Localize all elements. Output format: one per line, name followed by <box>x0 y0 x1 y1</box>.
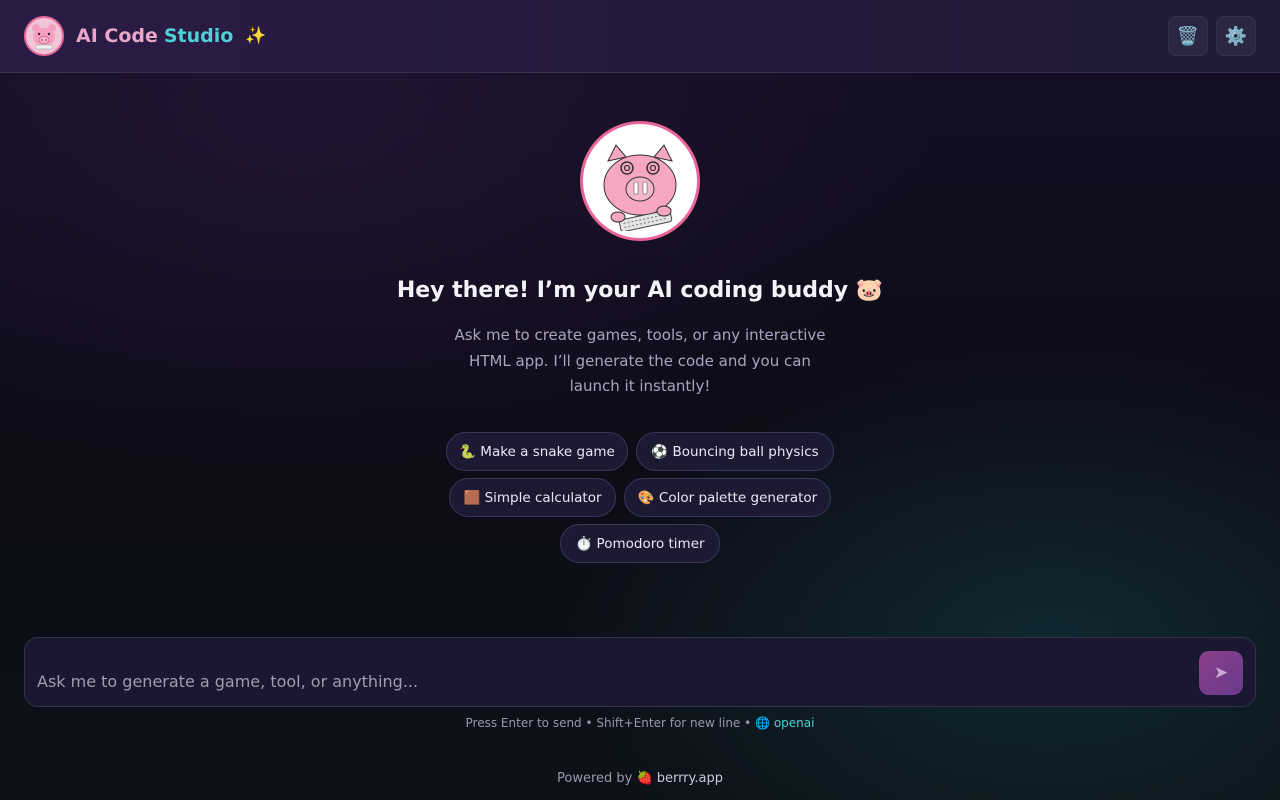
calculator-icon: 🟫 <box>463 489 481 506</box>
gear-icon: ⚙️ <box>1224 25 1248 47</box>
pig-logo-icon[interactable] <box>24 16 64 56</box>
input-hint: Press Enter to send • Shift+Enter for ne… <box>0 716 1280 730</box>
brand-part1: AI Code <box>76 25 158 47</box>
snake-icon: 🐍 <box>459 443 476 460</box>
brand-part2: Studio <box>163 25 234 47</box>
app-header: AI Code Studio ✨ 🗑️ ⚙️ <box>0 0 1280 73</box>
welcome-title: Hey there! I’m your AI coding buddy 🐷 <box>396 278 884 303</box>
suggestion-label: Bouncing ball physics <box>672 443 819 460</box>
suggestion-snake-game[interactable]: 🐍 Make a snake game <box>446 432 628 471</box>
strawberry-icon: 🍓 <box>636 771 653 786</box>
suggestion-label: Color palette generator <box>658 489 818 506</box>
suggestion-label: Simple calculator <box>484 489 602 506</box>
trash-icon: 🗑️ <box>1176 25 1200 47</box>
soccer-ball-icon: ⚽ <box>651 443 669 460</box>
prompt-input[interactable]: Ask me to generate a game, tool, or anyt… <box>37 672 418 691</box>
globe-icon: 🌐 <box>755 716 770 730</box>
palette-icon: 🎨 <box>637 489 655 506</box>
subtitle-line: launch it instantly! <box>569 377 711 395</box>
subtitle-line: Ask me to create games, tools, or any in… <box>454 326 826 344</box>
subtitle-line: HTML app. I’ll generate the code and you… <box>469 351 811 370</box>
hint-text: Press Enter to send • Shift+Enter for ne… <box>465 716 752 730</box>
settings-button[interactable]: ⚙️ <box>1216 16 1256 56</box>
welcome-subtitle: Ask me to create games, tools, or any in… <box>440 323 840 400</box>
header-actions: 🗑️ ⚙️ <box>1168 16 1256 56</box>
suggestion-pomodoro[interactable]: ⏱️ Pomodoro timer <box>560 524 720 563</box>
pig-avatar <box>580 121 700 241</box>
send-icon: ➤ <box>1213 663 1229 683</box>
suggestion-color-palette[interactable]: 🎨 Color palette generator <box>624 478 831 517</box>
message-composer: Ask me to generate a game, tool, or anyt… <box>24 637 1256 707</box>
footer: Powered by 🍓 berrry.app <box>0 757 1280 800</box>
provider-link[interactable]: openai <box>774 716 815 730</box>
berrry-link[interactable]: berrry.app <box>657 771 723 786</box>
sparkle-icon: ✨ <box>245 26 267 46</box>
suggestion-bouncing-ball[interactable]: ⚽ Bouncing ball physics <box>636 432 834 471</box>
app-title: AI Code Studio ✨ <box>76 25 267 47</box>
pig-typing-icon <box>603 144 677 231</box>
clear-chat-button[interactable]: 🗑️ <box>1168 16 1208 56</box>
powered-by-text: Powered by <box>557 771 633 786</box>
send-button[interactable]: ➤ <box>1199 651 1243 695</box>
suggestion-calculator[interactable]: 🟫 Simple calculator <box>449 478 616 517</box>
suggestion-label: Pomodoro timer <box>596 535 705 552</box>
suggestion-label: Make a snake game <box>480 443 615 460</box>
stopwatch-icon: ⏱️ <box>575 535 593 552</box>
